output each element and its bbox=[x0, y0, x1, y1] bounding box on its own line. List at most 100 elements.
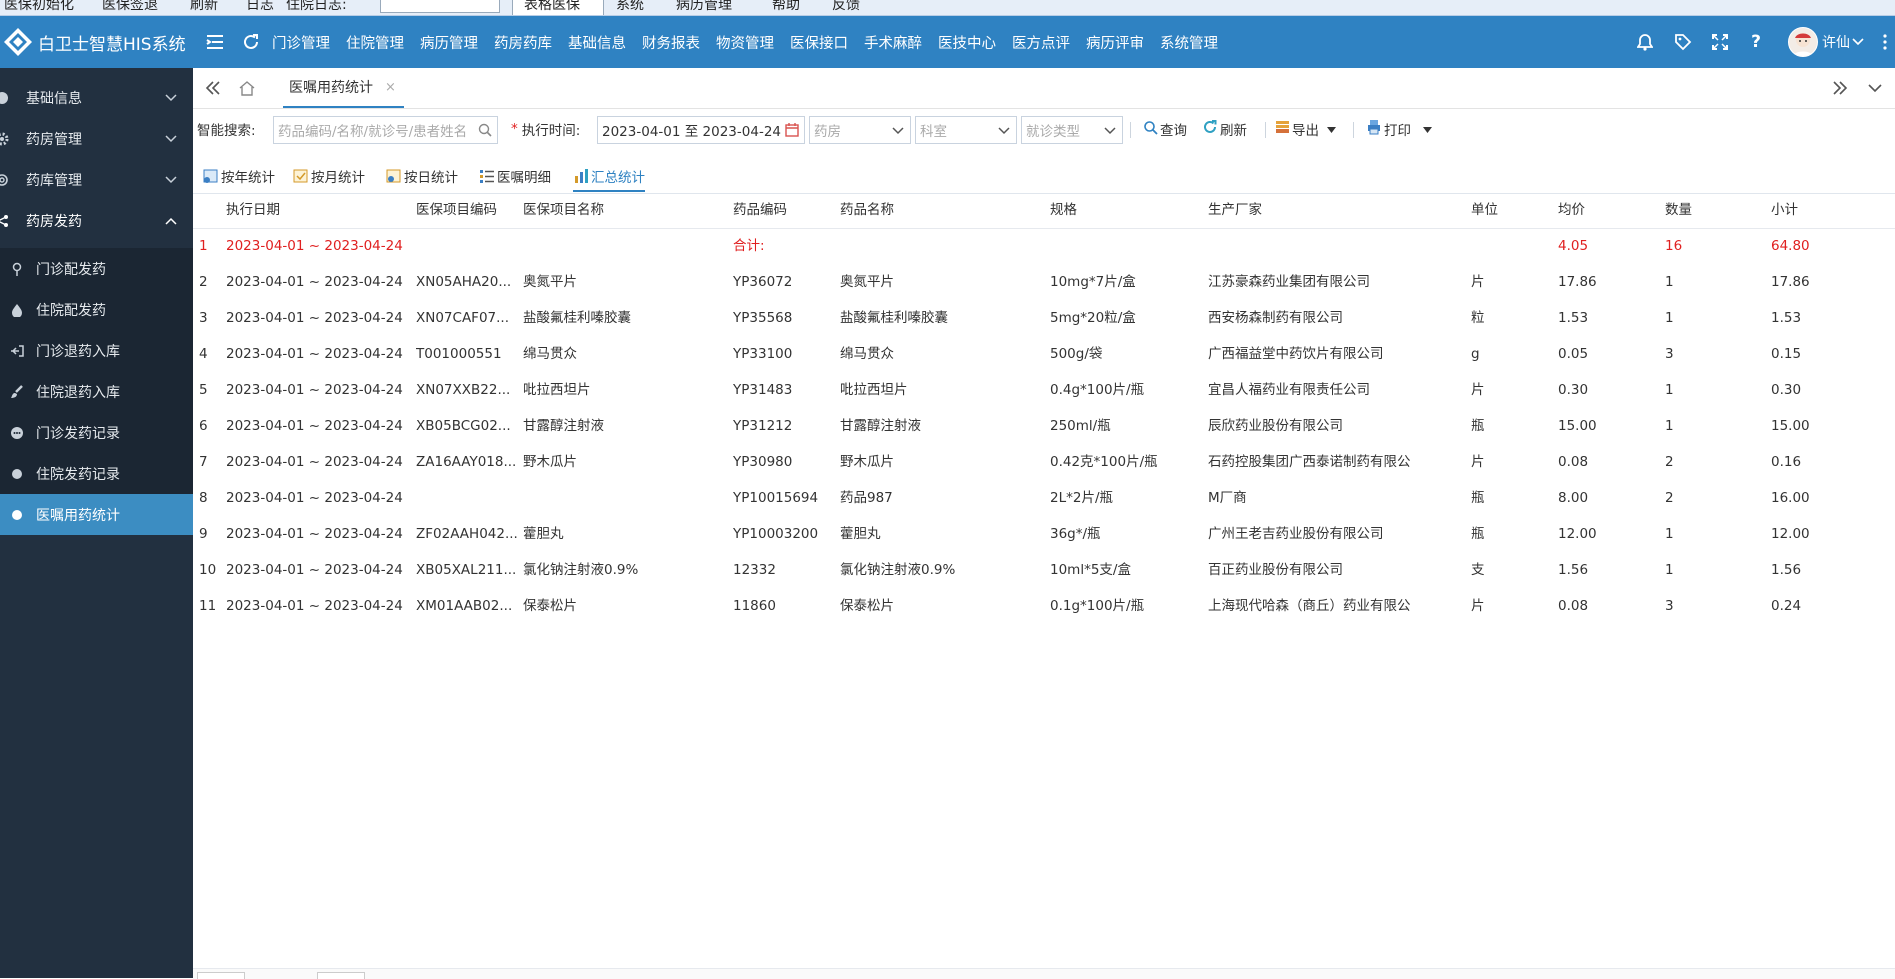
ribbon-item-system[interactable]: 系统 bbox=[616, 0, 644, 14]
column-header[interactable]: 医保项目名称 bbox=[523, 193, 723, 228]
sidebar-item-outpatient-dispense[interactable]: 门诊配发药 bbox=[0, 248, 193, 289]
table-row[interactable]: 10 2023-04-01 ~ 2023-04-24 XB05XAL211... 氯化… bbox=[193, 552, 1895, 588]
tab-order-drug-stats[interactable]: 医嘱用药统计 × bbox=[283, 68, 404, 108]
tab-by-day[interactable]: 按日统计 bbox=[386, 161, 458, 191]
column-header[interactable]: 规格 bbox=[1050, 193, 1200, 228]
ribbon-item-table-yb[interactable]: 表格医保 bbox=[524, 0, 580, 14]
sidebar-item-outpatient-return[interactable]: 门诊退药入库 bbox=[0, 330, 193, 371]
table-row[interactable]: 2 2023-04-01 ~ 2023-04-24 XN05AHA20... 奥氮平片… bbox=[193, 264, 1895, 300]
top-ribbon: 医保初始化 医保签退 刷新 日志 住院日志: 表格医保 系统 病历管理 帮助 反… bbox=[0, 0, 1895, 16]
table-row[interactable]: 3 2023-04-01 ~ 2023-04-24 XN07CAF07... 盐酸氟桂… bbox=[193, 300, 1895, 336]
bell-icon[interactable] bbox=[1632, 16, 1658, 68]
fullscreen-icon[interactable] bbox=[1707, 16, 1733, 68]
menu-basic-info[interactable]: 基础信息 bbox=[568, 32, 626, 53]
tab-summary[interactable]: 汇总统计 bbox=[573, 161, 645, 192]
tab-order-detail[interactable]: 医嘱明细 bbox=[479, 161, 551, 191]
menu-prescription-review[interactable]: 医方点评 bbox=[1012, 32, 1070, 53]
table-row[interactable]: 6 2023-04-01 ~ 2023-04-24 XB05BCG02... 甘露醇注… bbox=[193, 408, 1895, 444]
sidebar-group-pharmacy-mgmt[interactable]: 药房管理 bbox=[0, 119, 193, 159]
sidebar-item-order-drug-stats[interactable]: 医嘱用药统计 bbox=[0, 494, 193, 535]
column-header[interactable]: 药品编码 bbox=[733, 193, 833, 228]
menu-pharmacy[interactable]: 药房药库 bbox=[494, 32, 552, 53]
column-header[interactable]: 医保项目编码 bbox=[416, 193, 516, 228]
help-icon[interactable]: ? bbox=[1743, 16, 1769, 68]
toolbar-divider bbox=[1265, 122, 1266, 138]
user-menu[interactable]: 许仙 bbox=[1788, 16, 1864, 68]
export-button[interactable]: 导出 bbox=[1275, 109, 1338, 149]
column-header[interactable]: 单位 bbox=[1471, 193, 1531, 228]
tab-by-year[interactable]: 按年统计 bbox=[203, 161, 275, 191]
cell-subtotal: 17.86 bbox=[1771, 274, 1810, 290]
ribbon-item-emr[interactable]: 病历管理 bbox=[676, 0, 732, 14]
circle-icon bbox=[0, 90, 10, 106]
tab-label: 按日统计 bbox=[404, 170, 458, 186]
menu-medtech[interactable]: 医技中心 bbox=[938, 32, 996, 53]
search-bar: 智能搜索: 药品编码/名称/就诊号/患者姓名 * 执行时间: 2023-04-01… bbox=[193, 109, 1895, 151]
sidebar-group-dispensing[interactable]: 药房发药 bbox=[0, 201, 193, 241]
menu-system[interactable]: 系统管理 bbox=[1160, 32, 1218, 53]
table-row[interactable]: 7 2023-04-01 ~ 2023-04-24 ZA16AAY018... 野木瓜… bbox=[193, 444, 1895, 480]
menu-toggle-icon[interactable] bbox=[202, 16, 228, 68]
ribbon-item-refresh[interactable]: 刷新 bbox=[190, 0, 218, 14]
refresh-button[interactable]: 刷新 bbox=[1202, 109, 1247, 149]
home-icon[interactable] bbox=[231, 68, 263, 108]
column-header[interactable]: 执行日期 bbox=[226, 193, 376, 228]
chevron-down-icon bbox=[165, 131, 177, 147]
menu-materials[interactable]: 物资管理 bbox=[716, 32, 774, 53]
date-range-input[interactable]: 2023-04-01 至 2023-04-24 bbox=[597, 116, 805, 144]
menu-insurance[interactable]: 医保接口 bbox=[790, 32, 848, 53]
visit-type-select[interactable]: 就诊类型 bbox=[1021, 116, 1123, 144]
tab-label: 按月统计 bbox=[311, 170, 365, 186]
column-header[interactable]: 药品名称 bbox=[840, 193, 1040, 228]
column-header[interactable]: 数量 bbox=[1665, 193, 1745, 228]
menu-emr-review[interactable]: 病历评审 bbox=[1086, 32, 1144, 53]
menu-outpatient[interactable]: 门诊管理 bbox=[272, 32, 330, 53]
menu-surgery[interactable]: 手术麻醉 bbox=[864, 32, 922, 53]
top-menu: 门诊管理 住院管理 病历管理 药房药库 基础信息 财务报表 物资管理 医保接口 … bbox=[272, 16, 1234, 68]
more-vertical-icon[interactable] bbox=[1872, 16, 1895, 68]
column-header[interactable]: 小计 bbox=[1771, 193, 1871, 228]
ribbon-item-yb-init[interactable]: 医保初始化 bbox=[4, 0, 74, 14]
cell-no: 7 bbox=[199, 454, 208, 470]
cell-no: 2 bbox=[199, 274, 208, 290]
ribbon-item-yb-signout[interactable]: 医保签退 bbox=[102, 0, 158, 14]
ribbon-log-input[interactable] bbox=[380, 0, 500, 13]
ribbon-item-feedback[interactable]: 反馈 bbox=[832, 0, 860, 14]
cell-subtotal: 16.00 bbox=[1771, 490, 1810, 506]
double-chevron-left-icon[interactable] bbox=[197, 68, 229, 108]
table-row[interactable]: 5 2023-04-01 ~ 2023-04-24 XN07XXB22... 吡拉西坦… bbox=[193, 372, 1895, 408]
sidebar-item-inpatient-dispense[interactable]: 住院配发药 bbox=[0, 289, 193, 330]
sidebar-item-outpatient-record[interactable]: 门诊发药记录 bbox=[0, 412, 193, 453]
menu-inpatient[interactable]: 住院管理 bbox=[346, 32, 404, 53]
ribbon-item-help[interactable]: 帮助 bbox=[772, 0, 800, 14]
sidebar-item-inpatient-record[interactable]: 住院发药记录 bbox=[0, 453, 193, 494]
pharmacy-select[interactable]: 药房 bbox=[809, 116, 911, 144]
tag-icon[interactable] bbox=[1670, 16, 1696, 68]
summary-row[interactable]: 1 2023-04-01 ~ 2023-04-24 合计: 4.05 16 64.80 bbox=[193, 228, 1895, 264]
column-header[interactable]: 生产厂家 bbox=[1208, 193, 1458, 228]
refresh-icon[interactable] bbox=[238, 16, 264, 68]
table-row[interactable]: 11 2023-04-01 ~ 2023-04-24 XM01AAB02... 保泰松… bbox=[193, 588, 1895, 624]
sidebar-item-inpatient-return[interactable]: 住院退药入库 bbox=[0, 371, 193, 412]
chevron-down-icon[interactable] bbox=[1859, 68, 1891, 108]
menu-finance[interactable]: 财务报表 bbox=[642, 32, 700, 53]
column-header[interactable]: 均价 bbox=[1558, 193, 1638, 228]
tab-label: 汇总统计 bbox=[591, 169, 645, 186]
table-row[interactable]: 4 2023-04-01 ~ 2023-04-24 T001000551 绵马贯众 YP… bbox=[193, 336, 1895, 372]
sidebar-group-basic-info[interactable]: 基础信息 bbox=[0, 78, 193, 118]
close-icon[interactable]: × bbox=[385, 80, 396, 95]
ribbon-item-log[interactable]: 日志 bbox=[246, 0, 274, 14]
menu-emr[interactable]: 病历管理 bbox=[420, 32, 478, 53]
table-row[interactable]: 9 2023-04-01 ~ 2023-04-24 ZF02AAH042... 藿胆丸… bbox=[193, 516, 1895, 552]
cell-ybname bbox=[523, 480, 728, 516]
tab-by-month[interactable]: 按月统计 bbox=[293, 161, 365, 191]
table-row[interactable]: 8 2023-04-01 ~ 2023-04-24 YP10015694 药品987 2… bbox=[193, 480, 1895, 516]
print-button[interactable]: 打印 bbox=[1366, 109, 1434, 149]
cell-code: 11860 bbox=[733, 598, 776, 614]
department-select[interactable]: 科室 bbox=[915, 116, 1017, 144]
smart-search-input[interactable]: 药品编码/名称/就诊号/患者姓名 bbox=[273, 116, 498, 144]
double-chevron-right-icon[interactable] bbox=[1824, 68, 1856, 108]
cell-qty: 3 bbox=[1665, 346, 1674, 362]
query-button[interactable]: 查询 bbox=[1143, 109, 1187, 149]
sidebar-group-warehouse-mgmt[interactable]: 药库管理 bbox=[0, 160, 193, 200]
